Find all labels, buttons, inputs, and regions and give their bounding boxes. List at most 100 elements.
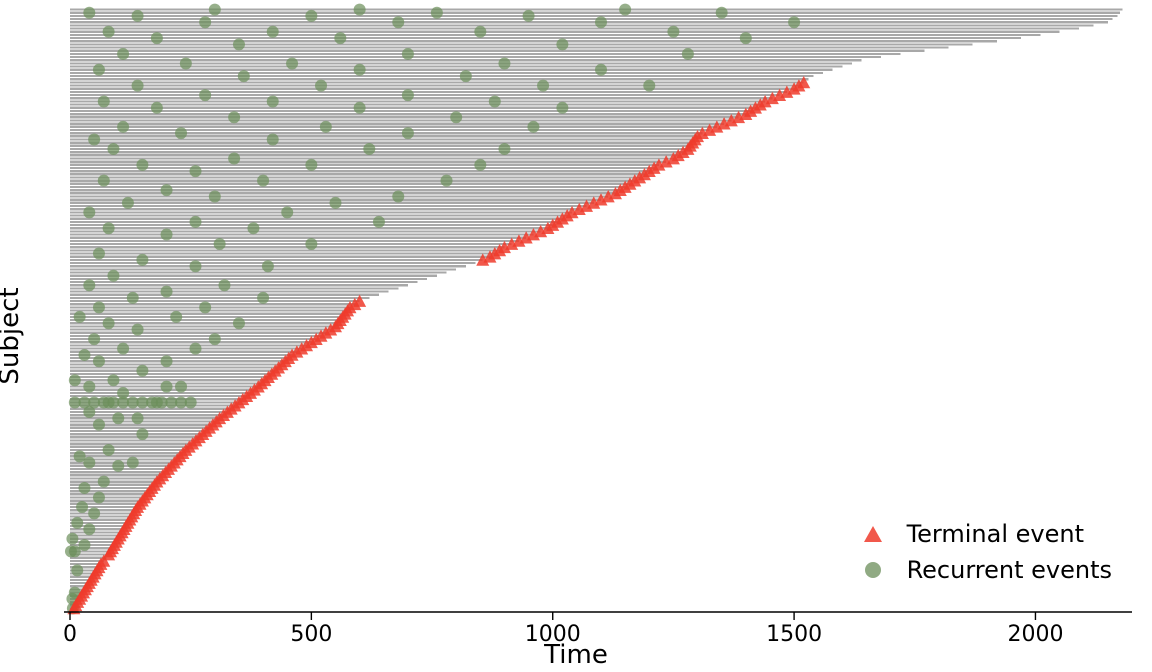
recurrent-marker (107, 374, 119, 386)
followup-bar (70, 278, 427, 280)
recurrent-marker (257, 175, 269, 187)
recurrent-marker (498, 57, 510, 69)
followup-bar (70, 376, 268, 378)
followup-bar (70, 135, 698, 137)
followup-bar (70, 218, 562, 220)
recurrent-marker (83, 7, 95, 19)
recurrent-marker (107, 143, 119, 155)
followup-bar (70, 297, 369, 299)
triangle-icon (853, 526, 893, 542)
recurrent-marker (117, 48, 129, 60)
recurrent-marker (450, 111, 462, 123)
x-tick-label: 2000 (1007, 622, 1063, 647)
recurrent-marker (161, 286, 173, 298)
followup-bar (70, 81, 804, 83)
recurrent-marker (136, 254, 148, 266)
followup-bar (70, 477, 160, 479)
followup-bar (70, 214, 567, 216)
recurrent-marker (103, 317, 115, 329)
followup-bar (70, 224, 553, 226)
followup-bar (70, 243, 512, 245)
followup-bar (70, 256, 490, 258)
followup-bar (70, 335, 321, 337)
recurrent-marker (76, 501, 88, 513)
followup-bar (70, 192, 615, 194)
followup-bar (70, 237, 526, 239)
recurrent-marker (214, 238, 226, 250)
recurrent-marker (267, 95, 279, 107)
recurrent-marker (74, 311, 86, 323)
recurrent-marker (132, 412, 144, 424)
recurrent-marker (69, 374, 81, 386)
followup-bar (70, 8, 1122, 10)
recurrent-marker (132, 10, 144, 22)
followup-bar (70, 186, 625, 188)
followup-bar (70, 452, 183, 454)
recurrent-marker (788, 16, 800, 28)
followup-bar (70, 145, 690, 147)
recurrent-marker (74, 450, 86, 462)
followup-bar (70, 88, 794, 90)
recurrent-marker (103, 444, 115, 456)
x-tick-label: 1500 (766, 622, 822, 647)
followup-bar (70, 392, 251, 394)
followup-bar (70, 31, 1060, 33)
recurrent-marker (682, 48, 694, 60)
followup-bar (70, 284, 408, 286)
followup-bar (70, 347, 302, 349)
followup-bar (70, 97, 772, 99)
recurrent-marker (93, 301, 105, 313)
followup-bar (70, 316, 343, 318)
followup-bar (70, 183, 630, 185)
recurrent-marker (354, 4, 366, 16)
legend-label-recurrent: Recurrent events (907, 556, 1112, 584)
recurrent-marker (93, 64, 105, 76)
recurrent-marker (161, 355, 173, 367)
followup-bar (70, 443, 193, 445)
followup-bar (70, 132, 702, 134)
recurrent-marker (127, 292, 139, 304)
recurrent-marker (740, 32, 752, 44)
recurrent-marker (373, 216, 385, 228)
followup-bar (70, 474, 163, 476)
followup-bar (70, 493, 147, 495)
followup-bar (70, 252, 495, 254)
recurrent-marker (199, 16, 211, 28)
followup-bar (70, 230, 541, 232)
followup-bar (70, 46, 949, 48)
recurrent-marker (180, 57, 192, 69)
followup-bar (70, 110, 751, 112)
recurrent-marker (286, 57, 298, 69)
followup-bar (70, 275, 437, 277)
recurrent-marker (107, 270, 119, 282)
recurrent-marker (363, 143, 375, 155)
followup-bar (70, 531, 122, 533)
recurrent-marker (78, 482, 90, 494)
recurrent-marker (103, 26, 115, 38)
followup-bar (70, 420, 216, 422)
followup-bar (70, 151, 683, 153)
recurrent-marker (88, 133, 100, 145)
followup-bar (70, 287, 398, 289)
followup-bar (70, 161, 666, 163)
recurrent-marker (257, 292, 269, 304)
recurrent-marker (132, 324, 144, 336)
followup-bar (70, 107, 755, 109)
recurrent-marker (431, 7, 443, 19)
recurrent-marker (71, 564, 83, 576)
followup-bar (70, 211, 572, 213)
followup-bar (70, 50, 924, 52)
followup-bar (70, 12, 1120, 14)
recurrent-marker (161, 184, 173, 196)
followup-bar (70, 129, 710, 131)
recurrent-marker (595, 64, 607, 76)
recurrent-marker (170, 311, 182, 323)
followup-bar (70, 249, 500, 251)
recurrent-marker (334, 32, 346, 44)
followup-bar (70, 21, 1108, 23)
followup-bar (70, 417, 220, 419)
recurrent-marker (595, 16, 607, 28)
recurrent-marker (489, 95, 501, 107)
followup-bar (70, 246, 504, 248)
followup-bar (70, 43, 973, 45)
